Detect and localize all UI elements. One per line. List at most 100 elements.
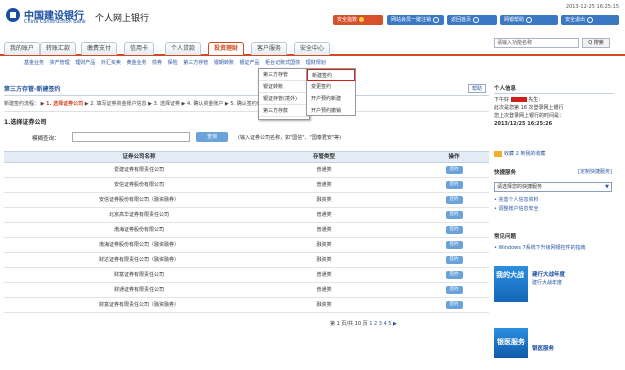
broker-name: 财富证券有限责任公司 [113, 272, 164, 278]
col-custody-type: 存管类型 [312, 154, 335, 160]
remaining-steps: ▶ 2. 填写证券资金账户信息 ▶ 3. 选择证券 ▶ 4. 确认资金账户 ▶ … [84, 101, 267, 107]
exit-button[interactable]: 安全退出 [561, 15, 619, 25]
quick-service-heading: 快捷服务 [494, 170, 517, 176]
menu-item-transfer[interactable]: 银证转账 [259, 81, 309, 93]
menu-item-deposit[interactable]: 第三方存款 [259, 105, 309, 117]
table-header: 证券公司名称 存管类型 操作 [4, 151, 489, 163]
step-title: 1.选择证券公司 [4, 119, 47, 126]
function-search-input[interactable]: 请输入功能名称 [494, 38, 579, 48]
subnav-item-treasury[interactable]: 柜台记账式国债 [265, 60, 300, 66]
subnav-item-asset[interactable]: 资产管理 [50, 60, 70, 66]
folder-icon [494, 150, 502, 157]
tab-security-center[interactable]: 安全中心 [294, 42, 331, 55]
menu-item-new-sign[interactable]: 新建签约 [307, 69, 355, 81]
subnav-item-fund[interactable]: 基金业务 [24, 60, 44, 66]
broker-name: 渤海证券股份有限公司 [113, 227, 164, 233]
menu-item-overseas[interactable]: 银证存管(境外) [259, 93, 309, 105]
divider [4, 95, 489, 96]
subnav-item-wealth[interactable]: 理财产品 [75, 60, 95, 66]
customize-quick-link[interactable]: [定制快捷服务] [578, 168, 612, 175]
step-indicator: 新建签约流程： ▶ 1. 选择证券公司 ▶ 2. 填写证券资金账户信息 ▶ 3.… [4, 101, 267, 107]
subnav-item-planning[interactable]: 理财规划 [306, 60, 326, 66]
subnav-item-bond[interactable]: 债券 [152, 60, 162, 66]
sign-button[interactable]: 签约 [445, 270, 463, 279]
sign-button[interactable]: 签约 [445, 300, 463, 309]
divider [4, 111, 489, 112]
last-login-time: 2013/12/25 16:25:26 [494, 121, 553, 127]
sign-button[interactable]: 签约 [445, 180, 463, 189]
subnav-item-forex[interactable]: 外汇买卖 [101, 60, 121, 66]
safety-index-label: 安全指数 [337, 17, 358, 23]
help-button[interactable]: 网银帮助 [500, 15, 558, 25]
broker-name: 渤海证券股份有限公司（融资融券） [98, 242, 179, 248]
custody-type: 普通类 [316, 182, 332, 188]
tab-credit-card[interactable]: 信用卡 [124, 42, 155, 55]
query-input[interactable] [72, 132, 190, 142]
table-row: 北京高华证券有限责任公司 普通类 签约 [4, 208, 489, 223]
table-row: 财富证券有限责任公司（融资融券） 融资类 签约 [4, 298, 489, 313]
sign-button[interactable]: 签约 [445, 210, 463, 219]
sign-button[interactable]: 签约 [445, 285, 463, 294]
tab-investment[interactable]: 投资理财 [208, 42, 245, 55]
sign-button[interactable]: 签约 [445, 240, 463, 249]
sign-button[interactable]: 签约 [445, 195, 463, 204]
col-broker-name: 证券公司名称 [122, 154, 156, 160]
redacted-name [510, 97, 527, 102]
table-row: 爱建证券有限责任公司 普通类 签约 [4, 163, 489, 178]
tab-my-account[interactable]: 我的账户 [4, 42, 41, 55]
subnav-item-bank-securities[interactable]: 银证产品 [239, 60, 259, 66]
menu-item-change-sign[interactable]: 变更签约 [307, 81, 355, 93]
broker-name: 安信证券股份有限公司 [113, 182, 164, 188]
query-hint: (输入证券公司名称，如"国信"、"国泰君安"等) [238, 135, 342, 141]
table-row: 安信证券股份有限公司（融资融券） 融资类 签约 [4, 193, 489, 208]
third-party-menu: 第三方存管 银证转账 银证存管(境外) 第三方存款 [258, 68, 310, 120]
custody-type: 普通类 [316, 227, 332, 233]
safety-index-button[interactable]: 安全指数 [333, 15, 383, 25]
steps-prefix: 新建签约流程： [4, 101, 40, 107]
medical-service-banner[interactable]: 银医服务 银医服务 [494, 328, 614, 358]
help-label: 网银帮助 [504, 17, 525, 23]
help-link[interactable]: 帮助 [468, 84, 487, 93]
personal-info-title: 个人信息 [494, 84, 614, 94]
promo-banner[interactable]: 我的大战 建行大战年度 建行大战年度 [494, 266, 614, 302]
tab-customer-service[interactable]: 客户服务 [251, 42, 288, 55]
subnav-item-third-party[interactable]: 第三方存管 [183, 60, 208, 66]
tab-payment[interactable]: 缴费支付 [81, 42, 118, 55]
favorites-link[interactable]: 收藏 2 到我的收藏 [494, 150, 614, 157]
shield-icon [359, 17, 365, 22]
quick-link-item[interactable]: • 完善个人信息资料 [494, 196, 539, 205]
medical-service-image: 银医服务 [494, 328, 528, 358]
subnav-item-bank-futures[interactable]: 银期转账 [214, 60, 234, 66]
custody-submenu: 新建签约 变更签约 开户预约新建 开户预约撤销 [306, 68, 356, 116]
honorific: 先生： [528, 97, 544, 103]
tab-transfer[interactable]: 转账汇款 [40, 42, 77, 55]
sign-button[interactable]: 签约 [445, 255, 463, 264]
promo-title: 建行大战年度 [532, 272, 566, 278]
site-logout-button[interactable]: 网站会员一键注销 [387, 15, 444, 25]
quick-link-item[interactable]: • 调整账户信息安全 [494, 205, 539, 214]
broker-name: 财达证券有限责任公司（融资融券） [98, 257, 179, 263]
query-button[interactable]: 查询 [196, 132, 228, 142]
menu-item-appointment-cancel[interactable]: 开户预约撤销 [307, 105, 355, 117]
current-step: 1. 选择证券公司 [46, 101, 84, 107]
login-count: 此次是您第 16 次登录网上银行 [494, 105, 564, 111]
custody-type: 普通类 [316, 167, 332, 173]
broker-name: 安信证券股份有限公司（融资融券） [98, 197, 179, 203]
broker-name: 爱建证券有限责任公司 [113, 167, 164, 173]
quick-service-select[interactable]: 请选择您的快捷服务 [494, 182, 612, 192]
sign-button[interactable]: 签约 [445, 165, 463, 174]
tab-personal-loan[interactable]: 个人贷款 [165, 42, 202, 55]
page-title: 第三方存管-新建签约 [4, 86, 61, 93]
subnav-item-gold[interactable]: 黄金业务 [126, 60, 146, 66]
table-row: 财达证券有限责任公司（融资融券） 融资类 签约 [4, 253, 489, 268]
subnav-item-insurance[interactable]: 保险 [168, 60, 178, 66]
search-button[interactable]: Q 搜索 [582, 38, 610, 48]
home-button[interactable]: 返回首页 [447, 15, 497, 25]
faq-item[interactable]: • Windows 7系统下升级网银控件的指南 [494, 244, 586, 251]
bank-logo-icon [6, 8, 20, 22]
sign-button[interactable]: 签约 [445, 225, 463, 234]
page-links[interactable]: 1 2 3 4 5 ▶ [369, 321, 397, 327]
menu-item-custody[interactable]: 第三方存管 [259, 69, 309, 81]
menu-item-appointment-new[interactable]: 开户预约新建 [307, 93, 355, 105]
custody-type: 融资类 [316, 242, 332, 248]
